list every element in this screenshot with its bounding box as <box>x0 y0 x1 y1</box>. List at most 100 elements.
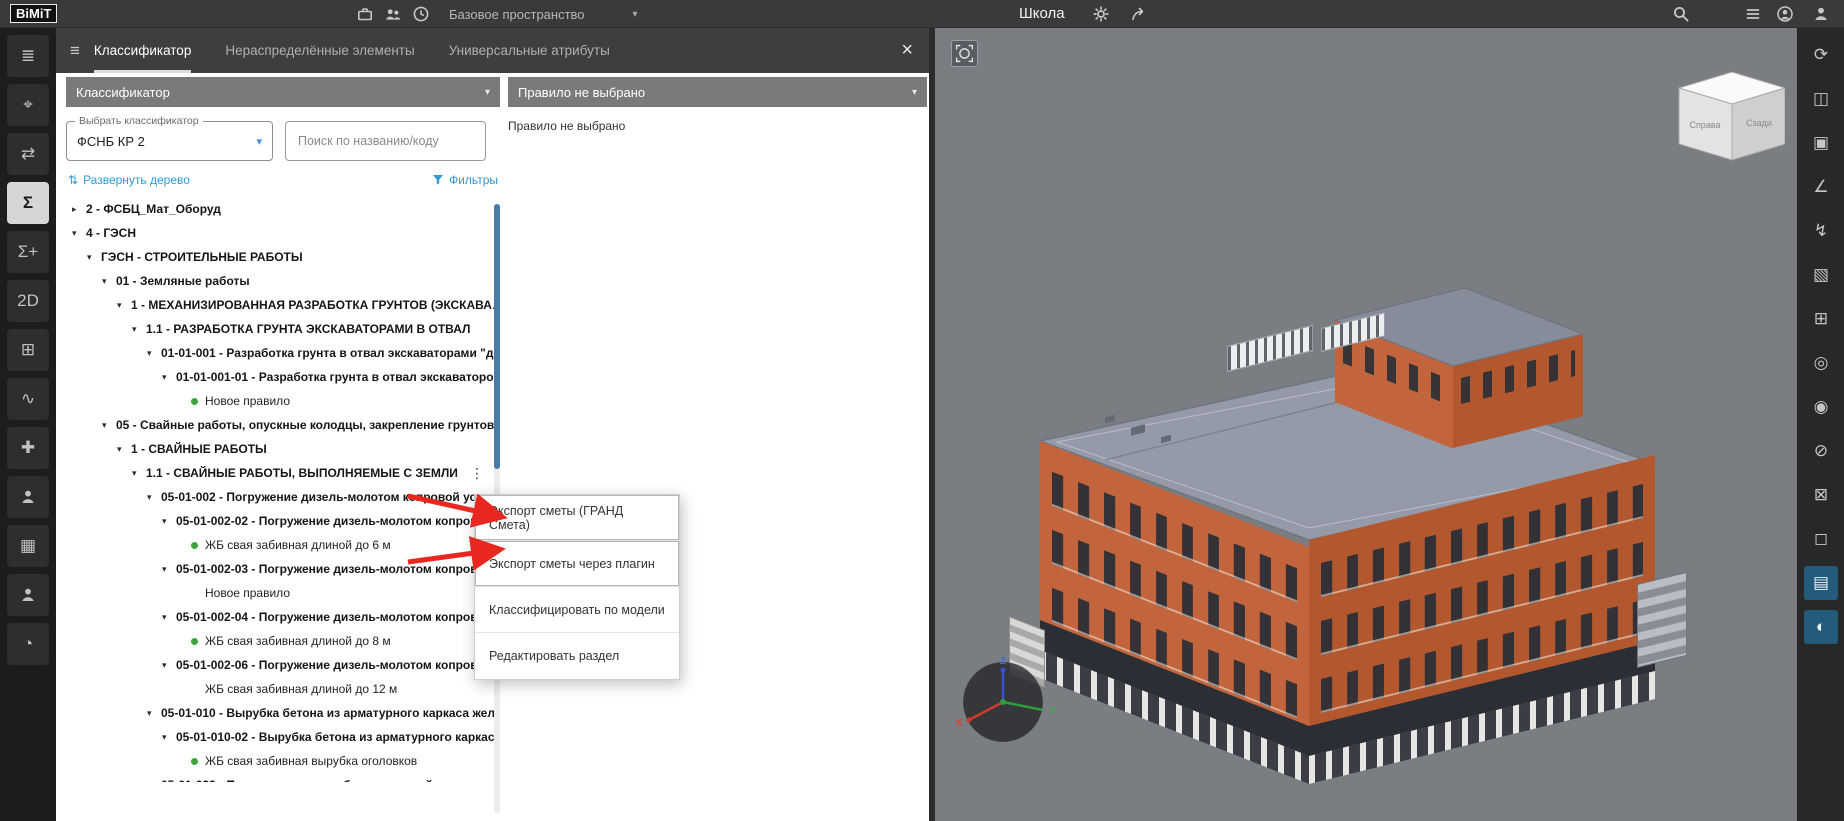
classifier-icon[interactable]: Σ <box>7 182 49 224</box>
clip-box-icon[interactable]: ⊠ <box>1804 478 1838 512</box>
expand-tree-link[interactable]: ⇅ Развернуть дерево <box>68 173 190 187</box>
model-box-icon[interactable]: ▧ <box>1804 258 1838 292</box>
model-tree-icon[interactable]: ≣ <box>7 35 49 77</box>
context-menu-item[interactable]: Экспорт сметы через плагин <box>475 541 679 587</box>
classifier-select[interactable]: Выбрать классификатор ФСНБ КР 2 ▾ <box>66 121 273 161</box>
team-icon[interactable] <box>384 5 402 23</box>
focus-icon[interactable]: ◎ <box>1804 346 1838 380</box>
tree-row[interactable]: ▾1 - СВАЙНЫЕ РАБОТЫ <box>66 437 500 461</box>
tree-row[interactable]: ▾1 - МЕХАНИЗИРОВАННАЯ РАЗРАБОТКА ГРУНТОВ… <box>66 293 500 317</box>
tree-caret-icon[interactable]: ▾ <box>132 324 146 335</box>
connections-icon[interactable]: ⇄ <box>7 133 49 175</box>
clash-icon[interactable]: ↯ <box>1804 214 1838 248</box>
panel-collapse-icon[interactable]: ≡ <box>56 41 94 61</box>
collections-icon[interactable]: ▦ <box>7 525 49 567</box>
tree-row[interactable]: ▾05-01-023 - Погружение железобетонных с… <box>66 773 500 782</box>
tree-row[interactable]: ▾4 - ГЭСН <box>66 221 500 245</box>
hierarchy-icon[interactable]: ⊞ <box>7 329 49 371</box>
tree-scrollbar-thumb[interactable] <box>494 204 500 469</box>
tree-caret-icon[interactable]: ▾ <box>162 372 176 383</box>
history-icon[interactable] <box>412 5 430 23</box>
tree-row[interactable]: ▾05-01-002 - Погружение дизель-молотом к… <box>66 485 500 509</box>
tree-caret-icon[interactable]: ▾ <box>162 516 176 527</box>
frame-icon[interactable]: ◫ <box>1804 82 1838 116</box>
users-icon[interactable] <box>7 476 49 518</box>
select-icon[interactable]: ⌖ <box>7 84 49 126</box>
tree-caret-icon[interactable]: ▾ <box>147 708 161 719</box>
tree-row[interactable]: ▾05-01-002-06 - Погружение дизель-молото… <box>66 653 500 677</box>
dashboard-icon[interactable]: ◔ <box>7 623 49 665</box>
tree-row[interactable]: ▾05-01-002-02 - Погружение дизель-молото… <box>66 509 500 533</box>
tree-caret-icon[interactable]: ▾ <box>147 492 161 503</box>
tree-caret-icon[interactable]: ▾ <box>147 348 161 359</box>
view-cube[interactable]: Справа Сзади <box>1675 68 1785 166</box>
tree-row[interactable]: ▾ГЭСН - СТРОИТЕЛЬНЫЕ РАБОТЫ <box>66 245 500 269</box>
search-icon[interactable] <box>1672 5 1690 23</box>
tree-caret-icon[interactable]: ▾ <box>117 444 131 455</box>
tree-caret-icon[interactable]: ▾ <box>162 564 176 575</box>
briefcase-icon[interactable] <box>356 5 374 23</box>
tree-caret-icon[interactable]: ▾ <box>72 228 86 239</box>
tree-caret-icon[interactable]: ▾ <box>162 612 176 623</box>
tree-row[interactable]: ▾05-01-002-04 - Погружение дизель-молото… <box>66 605 500 629</box>
gear-icon[interactable] <box>1092 5 1110 23</box>
tree-caret-icon[interactable]: ▾ <box>117 300 131 311</box>
axes-gizmo[interactable]: Z X Y <box>943 652 1063 752</box>
viewport-3d[interactable]: Z X Y Справа Сзади <box>935 28 1797 821</box>
section-icon[interactable]: ⊘ <box>1804 434 1838 468</box>
tab-2[interactable]: Нераспределённые элементы <box>225 28 414 73</box>
tree-caret-icon[interactable]: ▾ <box>162 660 176 671</box>
tree-row[interactable]: ЖБ свая забивная длиной до 12 м <box>66 677 500 701</box>
tree-row[interactable]: ▾01 - Земляные работы <box>66 269 500 293</box>
tree-row[interactable]: ▸2 - ФСБЦ_Мат_Оборуд <box>66 197 500 221</box>
tree-row[interactable]: ЖБ свая забивная длиной до 6 м <box>66 533 500 557</box>
settings-sphere-icon[interactable]: ◐ <box>1804 610 1838 644</box>
user-icon[interactable] <box>1812 5 1830 23</box>
analytics-icon[interactable]: ∿ <box>7 378 49 420</box>
tree-row[interactable]: ▾01-01-001 - Разработка грунта в отвал э… <box>66 341 500 365</box>
account-icon[interactable] <box>1776 5 1794 23</box>
classifier-add-icon[interactable]: Σ+ <box>7 231 49 273</box>
visibility-icon[interactable]: ◉ <box>1804 390 1838 424</box>
measure-icon[interactable]: ∠ <box>1804 170 1838 204</box>
orbit-icon[interactable]: ⟳ <box>1804 38 1838 72</box>
hide-icon[interactable]: ◻ <box>1804 522 1838 556</box>
tree-row[interactable]: ЖБ свая забивная вырубка оголовков <box>66 749 500 773</box>
tree-row[interactable]: ▾05-01-010-02 - Вырубка бетона из армату… <box>66 725 500 749</box>
context-menu-item[interactable]: Классифицировать по модели <box>475 587 679 633</box>
tree-caret-icon[interactable]: ▾ <box>162 732 176 743</box>
tree-row[interactable]: ЖБ свая забивная длиной до 8 м <box>66 629 500 653</box>
tab-3[interactable]: Универсальные атрибуты <box>449 28 610 73</box>
app-logo[interactable]: BiMiT <box>10 4 57 23</box>
classifier-column-header[interactable]: Классификатор ▾ <box>66 77 500 107</box>
search-input[interactable] <box>285 121 486 161</box>
user-location-icon[interactable] <box>7 574 49 616</box>
context-menu-item[interactable]: Экспорт сметы (ГРАНД Смета) <box>475 495 679 541</box>
tree-row[interactable]: Новое правило <box>66 389 500 413</box>
tree-row[interactable]: ▾1.1 - РАЗРАБОТКА ГРУНТА ЭКСКАВАТОРАМИ В… <box>66 317 500 341</box>
filters-link[interactable]: Фильтры <box>432 173 498 187</box>
share-icon[interactable] <box>1130 5 1148 23</box>
paint-icon[interactable]: ▤ <box>1804 566 1838 600</box>
close-icon[interactable]: × <box>885 39 929 62</box>
tree-caret-icon[interactable]: ▾ <box>147 780 161 783</box>
tree-row[interactable]: ▾01-01-001-01 - Разработка грунта в отва… <box>66 365 500 389</box>
workspace-selector[interactable]: Базовое пространство ▾ <box>449 0 638 28</box>
tree-caret-icon[interactable]: ▾ <box>87 252 101 263</box>
viewport-focus-icon[interactable] <box>951 40 978 67</box>
rule-column-header[interactable]: Правило не выбрано ▾ <box>508 77 927 107</box>
tab-1[interactable]: Классификатор <box>94 28 191 73</box>
grid-icon[interactable]: ⊞ <box>1804 302 1838 336</box>
tree-row[interactable]: Новое правило <box>66 581 500 605</box>
tree-caret-icon[interactable]: ▾ <box>102 276 116 287</box>
tree-row[interactable]: ▾05 - Свайные работы, опускные колодцы, … <box>66 413 500 437</box>
tree-row[interactable]: ▾1.1 - СВАЙНЫЕ РАБОТЫ, ВЫПОЛНЯЕМЫЕ С ЗЕМ… <box>66 461 500 485</box>
plugins-icon[interactable]: ✚ <box>7 427 49 469</box>
context-menu-item[interactable]: Редактировать раздел <box>475 633 679 679</box>
tree-row[interactable]: ▾05-01-002-03 - Погружение дизель-молото… <box>66 557 500 581</box>
tree-caret-icon[interactable]: ▾ <box>102 420 116 431</box>
menu-list-icon[interactable] <box>1744 5 1762 23</box>
building-model[interactable] <box>935 28 1797 821</box>
screen-icon[interactable]: ▣ <box>1804 126 1838 160</box>
view-2d-icon[interactable]: 2D <box>7 280 49 322</box>
